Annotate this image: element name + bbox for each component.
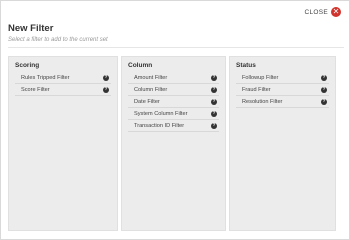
filter-item-label: System Column Filter [134,110,188,117]
filter-item-date[interactable]: Date Filter ? [128,96,219,108]
close-label: CLOSE [304,8,328,16]
help-icon[interactable]: ? [211,110,217,117]
filter-item-score[interactable]: Score Filter ? [15,84,111,96]
help-icon[interactable]: ? [321,74,327,81]
status-panel-title: Status [236,62,256,69]
header-divider [8,47,344,48]
help-icon[interactable]: ? [103,86,109,93]
filter-item-label: Rules Tripped Filter [21,74,70,81]
help-icon[interactable]: ? [211,98,217,105]
filter-item-label: Followup Filter [242,74,279,81]
scoring-panel-title: Scoring [15,62,40,69]
filter-item-label: Transaction ID Filter [134,122,185,129]
filter-item-label: Resolution Filter [242,98,283,105]
help-icon[interactable]: ? [321,86,327,93]
filter-item-label: Column Filter [134,86,168,93]
filter-item-system-column[interactable]: System Column Filter ? [128,108,219,120]
scoring-panel: Scoring Rules Tripped Filter ? Score Fil… [8,56,118,231]
help-icon[interactable]: ? [103,74,109,81]
close-button[interactable]: CLOSE ✕ [304,7,341,17]
filter-item-fraud[interactable]: Fraud Filter ? [236,84,329,96]
filter-item-transaction-id[interactable]: Transaction ID Filter ? [128,120,219,132]
filter-item-label: Date Filter [134,98,160,105]
filter-item-resolution[interactable]: Resolution Filter ? [236,96,329,108]
help-icon[interactable]: ? [211,86,217,93]
filter-item-rules-tripped[interactable]: Rules Tripped Filter ? [15,72,111,84]
close-circle-icon[interactable]: ✕ [331,7,341,17]
column-panel: Column Amount Filter ? Column Filter ? D… [121,56,226,231]
help-icon[interactable]: ? [211,122,217,129]
filter-item-amount[interactable]: Amount Filter ? [128,72,219,84]
help-icon[interactable]: ? [321,98,327,105]
filter-item-label: Score Filter [21,86,50,93]
filter-item-label: Amount Filter [134,74,168,81]
filter-item-followup[interactable]: Followup Filter ? [236,72,329,84]
new-filter-dialog: CLOSE ✕ New Filter Select a filter to ad… [0,0,350,240]
status-panel: Status Followup Filter ? Fraud Filter ? … [229,56,336,231]
dialog-subtitle: Select a filter to add to the current se… [8,37,108,43]
dialog-title: New Filter [8,23,54,34]
column-panel-title: Column [128,62,153,69]
filter-item-label: Fraud Filter [242,86,271,93]
filter-item-column[interactable]: Column Filter ? [128,84,219,96]
help-icon[interactable]: ? [211,74,217,81]
